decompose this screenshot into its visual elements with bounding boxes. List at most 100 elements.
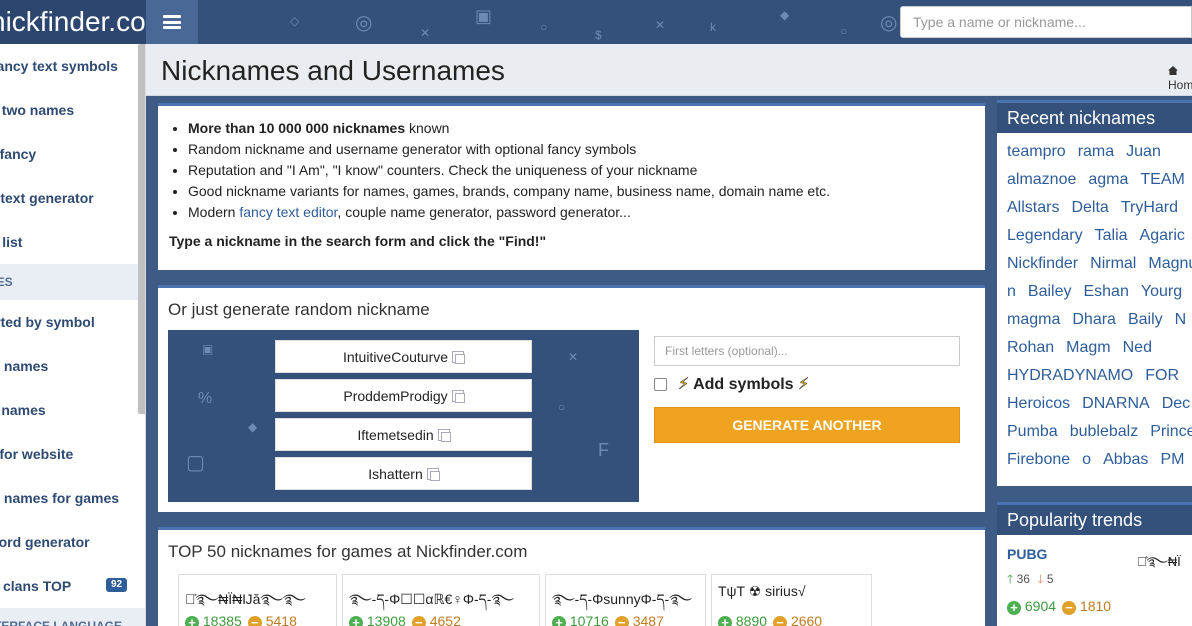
menu-button[interactable] [146,0,198,44]
recent-nickname-link[interactable]: magma [1007,311,1060,328]
recent-nickname-link[interactable]: FOR [1145,367,1179,384]
generated-name[interactable]: Ishattern [275,457,532,490]
recent-nickname-link[interactable]: Prince [1150,423,1192,440]
sidebar-item-sorted-by-symbol[interactable]: Nicknames sorted by symbol [0,300,145,344]
search-input[interactable] [900,6,1192,38]
recent-nickname-link[interactable]: almaznoe [1007,171,1076,188]
recent-nickname-link[interactable]: Juan [1126,143,1161,160]
recent-nickname-link[interactable]: Talia [1095,227,1128,244]
nickname-card[interactable]: ࿐-ད-Φ☐☐αℝ€♀Φ-ད-࿐ + 13908− 4652 [342,574,540,626]
recent-nickname-link[interactable]: Allstars [1007,199,1059,216]
sidebar-item-clans-top[interactable]: Gaming clans TOP 92 [0,564,145,608]
recent-row: Rohan Magm Ned [1007,339,1164,357]
first-letters-input[interactable] [654,336,960,366]
recent-row: Heroicos DNARNA Dec [1007,395,1192,413]
nickname-card[interactable]: ࿐-ད-ΦsunnyΦ-ད-࿐ + 10716− 3487 [545,574,706,626]
plus-icon[interactable]: + [185,616,199,626]
plus-icon[interactable]: + [718,616,732,626]
recent-nickname-link[interactable]: Eshan [1083,283,1128,300]
list-item: Modern fancy text editor, couple name ge… [188,202,985,223]
recent-nickname-link[interactable]: Bailey [1028,283,1072,300]
site-logo[interactable]: nickfinder.com [0,0,146,44]
lightning-icon: ⚡ [678,376,690,394]
breadcrumb[interactable]: Home [1168,64,1192,92]
recent-row: n Bailey Eshan Yourg [1007,283,1192,301]
recent-nickname-link[interactable]: Legendary [1007,227,1083,244]
recent-nickname-link[interactable]: Ned [1123,339,1152,356]
sidebar-item-names-for-games[interactable]: Random names for games [0,476,145,520]
recent-nickname-link[interactable]: n [1007,283,1016,300]
nickname-card[interactable]: TψT ☢ sirius√ + 8890− 2660 [711,574,872,626]
recent-nickname-link[interactable]: Magnus [1148,255,1192,272]
sidebar-item-symbols-list[interactable]: Symbols list [0,220,145,264]
minus-icon[interactable]: − [614,616,629,626]
trend-name[interactable]: PUBG [1007,546,1047,562]
arrow-up-icon: 🡑 [1007,572,1014,586]
list-item: More than 10 000 000 nicknames known [188,118,985,139]
recent-nickname-link[interactable]: DNARNA [1082,395,1150,412]
copy-icon[interactable] [451,390,465,403]
recent-nickname-link[interactable]: Delta [1071,199,1108,216]
nickname-card[interactable]: ࿐͐࿐₦Ï₦Ĳă࿐࿐ + 18385− 5418 [178,574,337,626]
minus-icon[interactable]: − [247,616,262,626]
sidebar-item-random-names[interactable]: Random names [0,344,145,388]
home-icon [1168,66,1178,75]
recent-nickname-link[interactable]: Rohan [1007,339,1054,356]
breadcrumb-home[interactable]: Home [1168,78,1192,92]
recent-nickname-link[interactable]: bublebalz [1070,423,1139,440]
add-symbols-label[interactable]: ⚡ Add symbols ⚡ [678,374,810,394]
sidebar-item-text-fancy[interactable]: Text fancy [0,132,145,176]
copy-icon[interactable] [426,468,440,481]
recent-nickname-link[interactable]: PM [1160,451,1184,468]
sidebar-item-password-generator[interactable]: Password generator [0,520,145,564]
recent-nickname-link[interactable]: Dec [1162,395,1190,412]
generate-another-button[interactable]: GENERATE ANOTHER [654,407,960,443]
recent-nickname-link[interactable]: HYDRADYNAMO [1007,367,1133,384]
recent-nickname-link[interactable]: Heroicos [1007,395,1070,412]
recent-nickname-link[interactable]: Magm [1066,339,1110,356]
generated-name[interactable]: ProddemProdigy [275,379,532,412]
trend-fancy-nickname[interactable]: ࿐͐࿐₦Ï [1137,547,1181,584]
recent-nickname-link[interactable]: Abbas [1103,451,1148,468]
recent-nickname-link[interactable]: Baily [1128,311,1163,328]
sidebar-scrollbar[interactable] [138,44,145,414]
top-nicknames-panel: TOP 50 nicknames for games at Nickfinder… [158,527,985,626]
sidebar-item-combine-two-names[interactable]: Combine two names [0,88,145,132]
recent-nickname-link[interactable]: Dhara [1072,311,1116,328]
recent-row: Nickfinder Nirmal Magnus [1007,255,1192,273]
sidebar-item-usernames-for-website[interactable]: Usernames for website [0,432,145,476]
minus-icon[interactable]: − [411,616,426,626]
generated-names-box: ▣ % ▢ ◆ ✕ F ○ IntuitiveCouturve ProddemP… [168,330,639,502]
list-item: Reputation and "I Am", "I know" counters… [188,160,985,181]
sidebar-item-fancy-text-symbols[interactable]: Fancy text symbols [0,44,145,88]
sidebar-item-couple-names[interactable]: Couple names [0,388,145,432]
plus-icon[interactable]: + [349,616,363,626]
list-item: Good nickname variants for names, games,… [188,181,985,202]
fancy-text-editor-link[interactable]: fancy text editor [239,204,337,220]
generated-name[interactable]: Iftemetsedin [275,418,532,451]
plus-icon[interactable]: + [552,616,566,626]
minus-icon[interactable]: − [1062,601,1077,615]
copy-icon[interactable] [452,351,466,364]
recent-nickname-link[interactable]: rama [1078,143,1114,160]
recent-heading: Recent nicknames [997,100,1192,133]
recent-nickname-link[interactable]: o [1082,451,1091,468]
generated-name[interactable]: IntuitiveCouturve [275,340,532,373]
recent-nickname-link[interactable]: Yourg [1141,283,1182,300]
minus-icon[interactable]: − [773,616,788,626]
add-symbols-checkbox[interactable] [654,378,667,391]
recent-nickname-link[interactable]: TEAM [1140,171,1184,188]
recent-nickname-link[interactable]: teampro [1007,143,1066,160]
recent-row: teampro rama Juan [1007,143,1173,161]
recent-nickname-link[interactable]: N [1175,311,1187,328]
plus-icon[interactable]: + [1007,601,1021,615]
copy-icon[interactable] [437,429,451,442]
sidebar-item-fancy-text-generator[interactable]: Fancy text generator [0,176,145,220]
recent-nickname-link[interactable]: TryHard [1121,199,1178,216]
recent-nickname-link[interactable]: Pumba [1007,423,1058,440]
recent-nickname-link[interactable]: agma [1088,171,1128,188]
recent-nickname-link[interactable]: Nickfinder [1007,255,1078,272]
recent-nickname-link[interactable]: Firebone [1007,451,1070,468]
recent-nickname-link[interactable]: Agaric [1140,227,1185,244]
recent-nickname-link[interactable]: Nirmal [1090,255,1136,272]
